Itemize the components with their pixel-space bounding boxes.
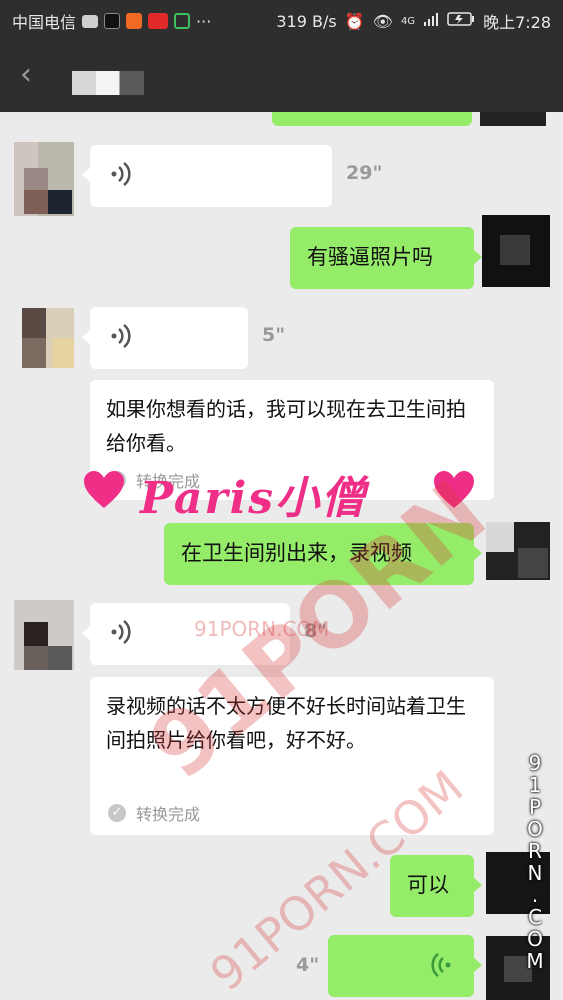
back-arrow-icon[interactable]: ‹ xyxy=(20,60,32,90)
watermark-char: 1 xyxy=(528,773,542,797)
eye-icon: 👁 xyxy=(372,11,393,31)
voice-duration: 4" xyxy=(296,954,320,976)
news-app-icon xyxy=(148,13,169,29)
transcript-text: 如果你想看的话，我可以现在去卫生间拍给你看。 xyxy=(106,397,466,455)
transcript-status-label: 转换完成 xyxy=(136,472,201,491)
self-avatar[interactable] xyxy=(486,522,550,580)
message-text: 在卫生间别出来，录视频 xyxy=(181,541,412,565)
transcript-status: ✓ 转换完成 xyxy=(108,801,200,825)
transcript-status: ✓ 转换完成 xyxy=(108,468,200,492)
voice-wave-icon xyxy=(110,161,132,194)
watermark-char: 9 xyxy=(528,751,542,775)
contact-avatar[interactable] xyxy=(14,600,74,670)
self-avatar[interactable] xyxy=(486,936,550,1000)
status-bar: 中国电信 ··· 319 B/s ⏰ 👁 4G 晚上7:28 xyxy=(0,0,563,38)
battery-icon xyxy=(447,11,475,31)
check-circle-icon: ✓ xyxy=(108,804,126,822)
voice-wave-icon xyxy=(430,952,452,985)
clock-time: 晚上7:28 xyxy=(483,13,551,32)
watermark-char: P xyxy=(528,795,542,819)
voice-message-bubble[interactable] xyxy=(328,935,482,997)
contact-name-blurred xyxy=(72,71,144,95)
status-right: 319 B/s ⏰ 👁 4G 晚上7:28 xyxy=(276,9,551,33)
status-left: 中国电信 ··· xyxy=(12,9,211,33)
more-notifications-icon: ··· xyxy=(196,11,212,31)
message-text: 有骚逼照片吗 xyxy=(307,245,433,269)
network-speed: 319 B/s xyxy=(276,11,337,31)
game-app-icon xyxy=(174,13,191,29)
message-text: 可以 xyxy=(407,873,449,897)
voice-wave-icon xyxy=(110,619,132,652)
carrier-label: 中国电信 xyxy=(12,13,77,32)
contact-avatar[interactable] xyxy=(22,308,74,368)
contact-avatar[interactable] xyxy=(14,142,74,216)
watermark-char: O xyxy=(527,817,543,841)
text-message-bubble[interactable]: 可以 xyxy=(390,855,482,917)
voice-duration: 8" xyxy=(304,620,328,642)
chat-title-bar: ‹ xyxy=(0,38,563,112)
network-type: 4G xyxy=(400,15,416,27)
video-app-icon xyxy=(126,13,143,29)
signal-icon xyxy=(423,11,439,31)
text-message-bubble[interactable]: 有骚逼照片吗 xyxy=(290,227,482,289)
self-avatar[interactable] xyxy=(482,215,550,287)
tiktok-icon xyxy=(104,13,121,29)
briefcase-icon xyxy=(82,14,99,28)
self-avatar[interactable] xyxy=(486,852,550,914)
voice-transcript-panel[interactable]: 录视频的话不太方便不好长时间站着卫生间拍照片给你看吧，好不好。 ✓ 转换完成 xyxy=(90,677,494,835)
text-message-bubble[interactable]: 在卫生间别出来，录视频 xyxy=(164,523,482,585)
transcript-status-label: 转换完成 xyxy=(136,805,201,824)
alarm-icon: ⏰ xyxy=(344,11,365,31)
voice-transcript-panel[interactable]: 如果你想看的话，我可以现在去卫生间拍给你看。 ✓ 转换完成 xyxy=(90,380,494,500)
voice-wave-icon xyxy=(110,323,132,356)
voice-message-bubble[interactable] xyxy=(82,145,332,207)
voice-duration: 5" xyxy=(262,324,286,346)
transcript-text: 录视频的话不太方便不好长时间站着卫生间拍照片给你看吧，好不好。 xyxy=(106,694,466,752)
self-avatar[interactable] xyxy=(480,112,546,126)
check-circle-icon: ✓ xyxy=(108,471,126,489)
voice-message-bubble[interactable] xyxy=(82,307,248,369)
voice-message-bubble[interactable] xyxy=(272,112,472,126)
voice-duration: 29" xyxy=(346,162,383,184)
voice-message-bubble[interactable] xyxy=(82,603,290,665)
